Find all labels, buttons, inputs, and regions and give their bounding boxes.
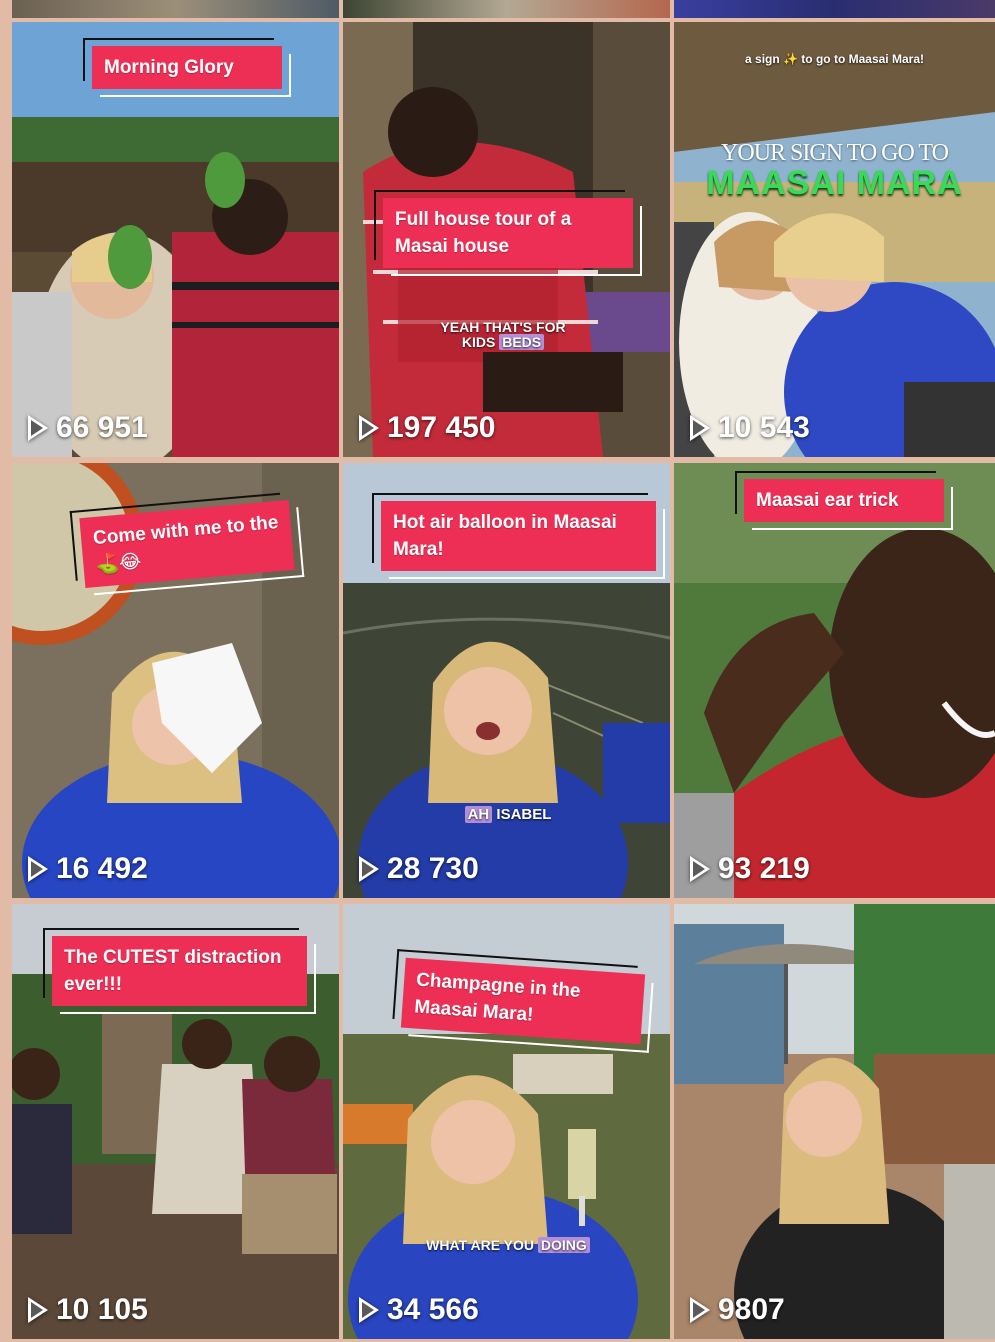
view-count-value: 66 951 (56, 411, 148, 444)
view-count-value: 9807 (718, 1293, 785, 1326)
caption-sticker: Hot air balloon in Maasai Mara! (372, 493, 665, 579)
caption-text: Full house tour of a Masai house (395, 209, 572, 257)
video-tile-morning-glory[interactable]: Morning Glory 66 951 (12, 22, 339, 457)
view-count-value: 10 105 (56, 1293, 148, 1326)
view-count-value: 197 450 (387, 411, 496, 444)
video-tile-champagne[interactable]: Champagne in the Maasai Mara! WHAT ARE Y… (343, 904, 670, 1339)
view-count: 93 219 (690, 852, 810, 886)
overlay-small-text: a sign ✨ to go to Maasai Mara! (745, 52, 924, 66)
caption-sticker: Champagne in the Maasai Mara! (400, 957, 646, 1045)
video-tile-maasai-ear-trick[interactable]: Maasai ear trick 93 219 (674, 463, 995, 898)
caption-sticker: The CUTEST distraction ever!!! (43, 928, 316, 1014)
caption-text: Champagne in the Maasai Mara! (413, 969, 582, 1026)
caption-text: The CUTEST distraction ever!!! (64, 947, 282, 995)
video-tile-cutest-distraction[interactable]: The CUTEST distraction ever!!! 10 105 (12, 904, 339, 1339)
subtitle-word: ISABEL (492, 806, 552, 823)
view-count: 9807 (690, 1293, 785, 1327)
view-count-value: 28 730 (387, 852, 479, 885)
view-count-value: 93 219 (718, 852, 810, 885)
view-count: 10 105 (28, 1293, 148, 1327)
subtitle-highlight: BEDS (499, 334, 545, 350)
video-tile-come-with-me[interactable]: Come with me to the ⛳😂 16 492 (12, 463, 339, 898)
view-count-value: 16 492 (56, 852, 148, 885)
caption-text: Hot air balloon in Maasai Mara! (393, 512, 617, 560)
subtitle-word: KIDS (461, 334, 500, 350)
play-triangle-icon (28, 415, 48, 441)
view-count-value: 10 543 (718, 411, 810, 444)
video-grid: Morning Glory 66 951 Full house tour of … (12, 22, 995, 1342)
caption-sticker: Maasai ear trick (735, 471, 953, 530)
play-triangle-icon (690, 1297, 710, 1323)
subtitle-text: WHAT ARE YOU DOING (398, 1237, 618, 1253)
play-triangle-icon (359, 856, 379, 882)
previous-row-strip (12, 0, 995, 18)
video-tile-cafe-terrace[interactable]: 9807 (674, 904, 995, 1339)
subtitle-word: WHAT ARE YOU (426, 1237, 538, 1253)
view-count-value: 34 566 (387, 1293, 479, 1326)
subtitle-line: YEAH THAT'S FOR (440, 319, 566, 335)
play-triangle-icon (690, 856, 710, 882)
view-count: 34 566 (359, 1293, 479, 1327)
caption-text: Come with me to the ⛳😂 (92, 512, 280, 577)
play-triangle-icon (28, 1297, 48, 1323)
caption-text: Maasai ear trick (756, 490, 899, 511)
play-triangle-icon (690, 415, 710, 441)
overlay-title: MAASAI MARA (706, 164, 963, 202)
subtitle-text: YEAH THAT'S FOR KIDS BEDS (423, 320, 583, 350)
video-tile-hot-air-balloon[interactable]: Hot air balloon in Maasai Mara! AH ISABE… (343, 463, 670, 898)
subtitle-highlight: DOING (537, 1237, 590, 1253)
caption-sticker: Morning Glory (83, 38, 291, 97)
caption-text: Morning Glory (104, 57, 234, 78)
subtitle-text: AH ISABEL (448, 806, 568, 823)
caption-sticker: Full house tour of a Masai house (374, 190, 642, 276)
video-thumbnail (674, 22, 995, 457)
view-count: 10 543 (690, 411, 810, 445)
play-triangle-icon (359, 1297, 379, 1323)
view-count: 197 450 (359, 411, 495, 445)
view-count: 66 951 (28, 411, 148, 445)
view-count: 16 492 (28, 852, 148, 886)
play-triangle-icon (28, 856, 48, 882)
play-triangle-icon (359, 415, 379, 441)
overlay-sign-line: YOUR SIGN TO GO TO (721, 140, 949, 166)
video-tile-masai-house-tour[interactable]: Full house tour of a Masai house YEAH TH… (343, 22, 670, 457)
caption-sticker: Come with me to the ⛳😂 (79, 499, 295, 589)
video-thumbnail (674, 904, 995, 1339)
view-count: 28 730 (359, 852, 479, 886)
video-tile-sign-maasai-mara[interactable]: a sign ✨ to go to Maasai Mara! YOUR SIGN… (674, 22, 995, 457)
subtitle-highlight: AH (464, 806, 493, 823)
subtitle-line: KIDS BEDS (423, 334, 583, 350)
